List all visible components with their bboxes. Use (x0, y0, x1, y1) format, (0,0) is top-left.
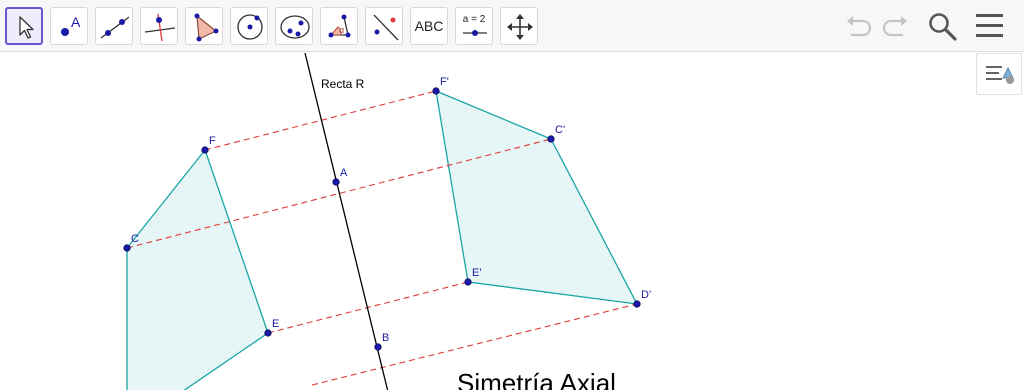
label-a: A (340, 167, 348, 179)
line-label-recta-r: Recta R (321, 77, 365, 91)
text-tool-label: ABC (414, 18, 444, 34)
point-tool-button[interactable]: A (50, 7, 88, 45)
slider-icon (463, 30, 487, 36)
label-b: B (382, 332, 389, 344)
point-c-prime[interactable] (547, 135, 555, 143)
menu-icon[interactable] (974, 10, 1006, 42)
reflection-segment-f (204, 90, 437, 151)
slider-tool-button[interactable]: a = 2 (455, 7, 493, 45)
axis-line-recta-r[interactable] (304, 53, 390, 390)
point-e[interactable] (264, 329, 272, 337)
polygon-tool-button[interactable] (185, 7, 223, 45)
perpendicular-line-icon (144, 13, 176, 42)
point-e-prime[interactable] (464, 278, 472, 286)
reflected-polygon[interactable] (435, 89, 639, 305)
line-through-points-icon (100, 16, 130, 39)
graphics-view[interactable]: F C E A B F' C' E' D' Recta R Simetría A… (0, 53, 1024, 390)
label-f: F (209, 135, 216, 147)
original-polygon[interactable] (126, 148, 269, 390)
redo-icon[interactable] (879, 10, 911, 42)
circle-tool-button[interactable] (230, 7, 268, 45)
circle-center-point-icon (237, 14, 263, 40)
angle-icon: α (328, 14, 351, 38)
reflect-tool-button[interactable] (365, 7, 403, 45)
point-c[interactable] (123, 244, 131, 252)
label-d-prime: D' (641, 289, 651, 301)
label-e: E (272, 318, 279, 330)
line-tool-button[interactable] (95, 7, 133, 45)
point-d-prime[interactable] (633, 300, 641, 308)
move-tool-button[interactable] (5, 7, 43, 45)
move-graphics-view-tool-button[interactable] (500, 7, 538, 45)
polygon-icon (194, 13, 219, 42)
label-f-prime: F' (440, 76, 449, 88)
perpendicular-line-tool-button[interactable] (140, 7, 178, 45)
text-tool-button[interactable]: ABC (410, 7, 448, 45)
conic-ellipse-icon (280, 15, 310, 39)
point-b[interactable] (374, 343, 382, 351)
four-way-arrows-icon (507, 14, 533, 40)
point-f[interactable] (201, 146, 209, 154)
construction-title: Simetría Axial (457, 368, 616, 390)
cursor-arrow-icon (19, 16, 34, 39)
point-icon: A (61, 14, 81, 36)
point-f-prime[interactable] (432, 87, 440, 95)
toolbar: A α ABC a = 2 (0, 0, 1024, 52)
reflect-about-line-icon (373, 14, 399, 41)
label-e-prime: E' (472, 267, 481, 279)
point-tool-glyph: A (71, 14, 81, 30)
angle-tool-button[interactable]: α (320, 7, 358, 45)
label-c: C (131, 233, 139, 245)
undo-icon[interactable] (843, 10, 875, 42)
point-a[interactable] (332, 178, 340, 186)
angle-tool-glyph: α (339, 25, 344, 35)
label-c-prime: C' (555, 124, 565, 136)
search-icon[interactable] (926, 10, 958, 42)
conic-tool-button[interactable] (275, 7, 313, 45)
